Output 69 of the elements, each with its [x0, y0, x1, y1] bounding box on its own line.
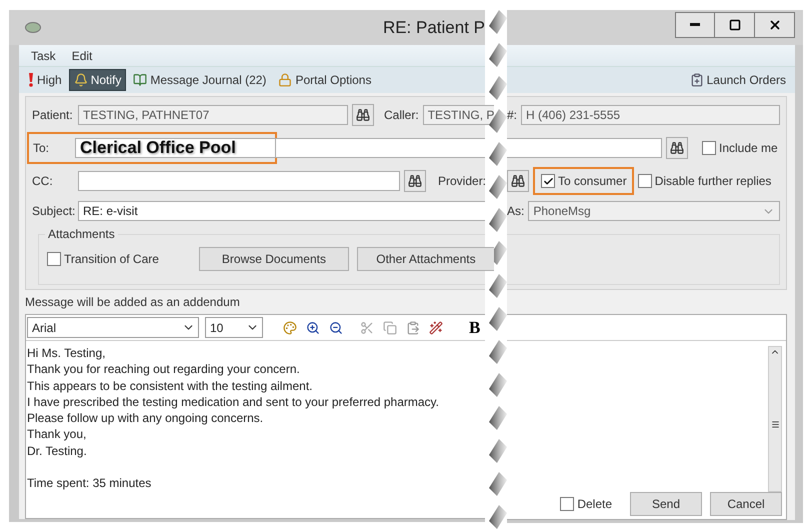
binoculars-icon [356, 108, 370, 122]
book-icon [133, 73, 148, 87]
minimize-button[interactable] [675, 12, 715, 38]
paste-icon [406, 320, 420, 334]
font-select[interactable]: Arial [27, 317, 199, 338]
lock-icon [278, 73, 292, 87]
to-consumer-checkbox[interactable]: To consumer [541, 174, 627, 188]
toolbar-button[interactable]: High [23, 69, 67, 91]
bold-button[interactable]: B [467, 318, 482, 338]
search-contacts-button[interactable] [404, 170, 426, 192]
delete-checkbox[interactable]: Delete [560, 497, 612, 511]
include-me-checkbox[interactable]: Include me [702, 141, 778, 155]
addendum-note: Message will be added as an addendum [25, 294, 241, 311]
cancel-button[interactable]: Cancel [710, 492, 782, 516]
palette-icon [283, 320, 297, 334]
field-label: As: [507, 204, 524, 218]
binoculars-icon [408, 174, 422, 188]
search-contacts-button[interactable] [666, 137, 688, 159]
field-label: Subject: [32, 204, 74, 218]
subject-field[interactable]: RE: e-visit [78, 201, 485, 221]
bell-icon [74, 73, 88, 87]
patient-field[interactable]: TESTING, PATHNET07 [78, 105, 348, 125]
other-attachments-button[interactable]: Other Attachments [356, 247, 494, 271]
scissors-icon [360, 320, 374, 334]
menu-item[interactable]: Task [25, 48, 62, 62]
close-button[interactable] [755, 12, 795, 38]
toolbar-button[interactable]: Portal Options [273, 69, 376, 91]
message-type-select[interactable]: PhoneMsg [528, 201, 780, 221]
clipboard-icon [690, 73, 704, 87]
field-label: Patient: [32, 108, 74, 122]
cc-field[interactable] [78, 171, 400, 191]
zoom-in-icon [306, 320, 320, 334]
message-body[interactable]: Hi Ms. Testing, Thank you for reaching out regarding your concern. This appears to be consistent with the testing ailment. I have prescribed the testing medication and sent to your preferred pharmacy. Please follow up with any ongoing concerns. Thank you, Dr. Testing. Time spent: 35 minutes [26, 341, 485, 518]
transition-of-care-checkbox[interactable]: Transition of Care [47, 252, 159, 266]
binoculars-icon [511, 174, 525, 188]
scrollbar[interactable] [768, 346, 782, 492]
field-label: Provider: [438, 174, 486, 188]
maximize-button[interactable] [715, 12, 755, 38]
zoom-out-icon [329, 320, 343, 334]
toolbar-button[interactable]: Notify [68, 69, 126, 91]
exclamation-icon [28, 73, 34, 87]
caller-field[interactable]: TESTING, P [422, 105, 494, 125]
close-icon [768, 18, 782, 32]
toolbar-button[interactable]: Message Journal (22) [128, 69, 272, 91]
search-contacts-button[interactable] [507, 170, 529, 192]
copy-icon [383, 320, 397, 334]
grip-icon [770, 420, 780, 428]
to-field-end[interactable] [507, 138, 662, 158]
to-field[interactable]: Clerical Office Pool [75, 138, 275, 158]
check-icon [542, 176, 554, 186]
maximize-icon [728, 18, 740, 30]
group-legend: Attachments [45, 227, 118, 241]
field-label: CC: [32, 174, 54, 188]
size-select[interactable]: 10 [205, 317, 263, 338]
field-label: To: [33, 141, 50, 155]
binoculars-icon [670, 141, 684, 155]
minimize-icon [690, 23, 700, 26]
send-button[interactable]: Send [630, 492, 702, 516]
app-icon [25, 22, 41, 33]
to-field-continuation[interactable] [275, 138, 485, 158]
menu-item[interactable]: Edit [66, 48, 98, 62]
wand-icon [429, 320, 443, 334]
window-title: RE: Patient P [382, 18, 485, 38]
field-label: Caller: [384, 108, 419, 122]
phone-field[interactable]: H (406) 231-5555 [521, 105, 780, 125]
disable-replies-checkbox[interactable]: Disable further replies [638, 174, 772, 188]
search-contacts-button[interactable] [352, 104, 374, 126]
browse-documents-button[interactable]: Browse Documents [198, 247, 349, 271]
field-label: #: [507, 108, 518, 122]
